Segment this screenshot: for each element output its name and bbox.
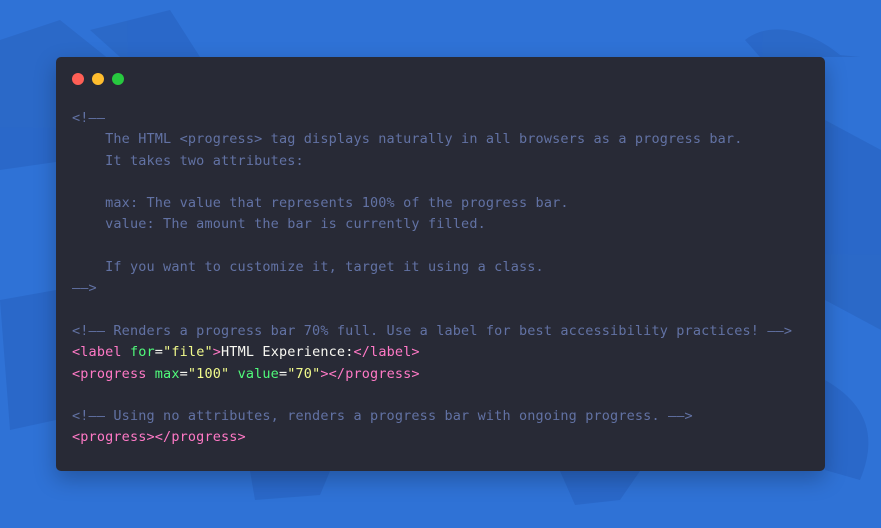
progress-code-line: <progress max="100" value="70"></progres… [72,364,792,385]
label-close-bracket: > [212,344,222,361]
window-controls [72,73,124,85]
label-tag-name: label [80,344,122,361]
progress-max-value: "100" [187,365,230,382]
label-text: HTML Experience: [221,344,354,361]
code-block: <!—— The HTML <progress> tag displays na… [72,108,792,449]
block-comment-close: ——> [72,280,97,297]
close-window-dot-icon[interactable] [72,73,84,85]
label-code-line: <label for="file">HTML Experience:</labe… [72,342,792,363]
label-end-tag: </label> [353,344,420,361]
progress-value-value: "70" [287,365,321,382]
progress-max-attr: max [146,365,180,382]
block-comment-line-2: It takes two attributes: [72,152,304,169]
block-comment-line-5: If you want to customize it, target it u… [72,259,544,276]
progress-end-tag: ></progress> [320,365,420,382]
label-for-value: "file" [163,344,213,361]
block-comment-line-3: max: The value that represents 100% of t… [72,195,569,212]
block-comment-line-1: The HTML <progress> tag displays natural… [72,131,743,148]
block-comment-open: <!—— [72,110,106,126]
code-window: <!—— The HTML <progress> tag displays na… [56,57,825,471]
block-comment-line-4: value: The amount the bar is currently f… [72,216,486,233]
comment-line-3: <!—— Using no attributes, renders a prog… [72,408,693,425]
progress-equals-1: = [179,365,188,382]
minimize-window-dot-icon[interactable] [92,73,104,85]
maximize-window-dot-icon[interactable] [112,73,124,85]
progress-value-attr: value [229,365,279,382]
progress-empty-line: <progress></progress> [72,429,246,446]
progress-equals-2: = [278,365,288,382]
progress-open-tag: <progress [72,365,147,382]
label-equals: = [154,344,164,361]
label-for-attr: for [121,344,155,361]
comment-line-2: <!—— Renders a progress bar 70% full. Us… [72,322,793,339]
